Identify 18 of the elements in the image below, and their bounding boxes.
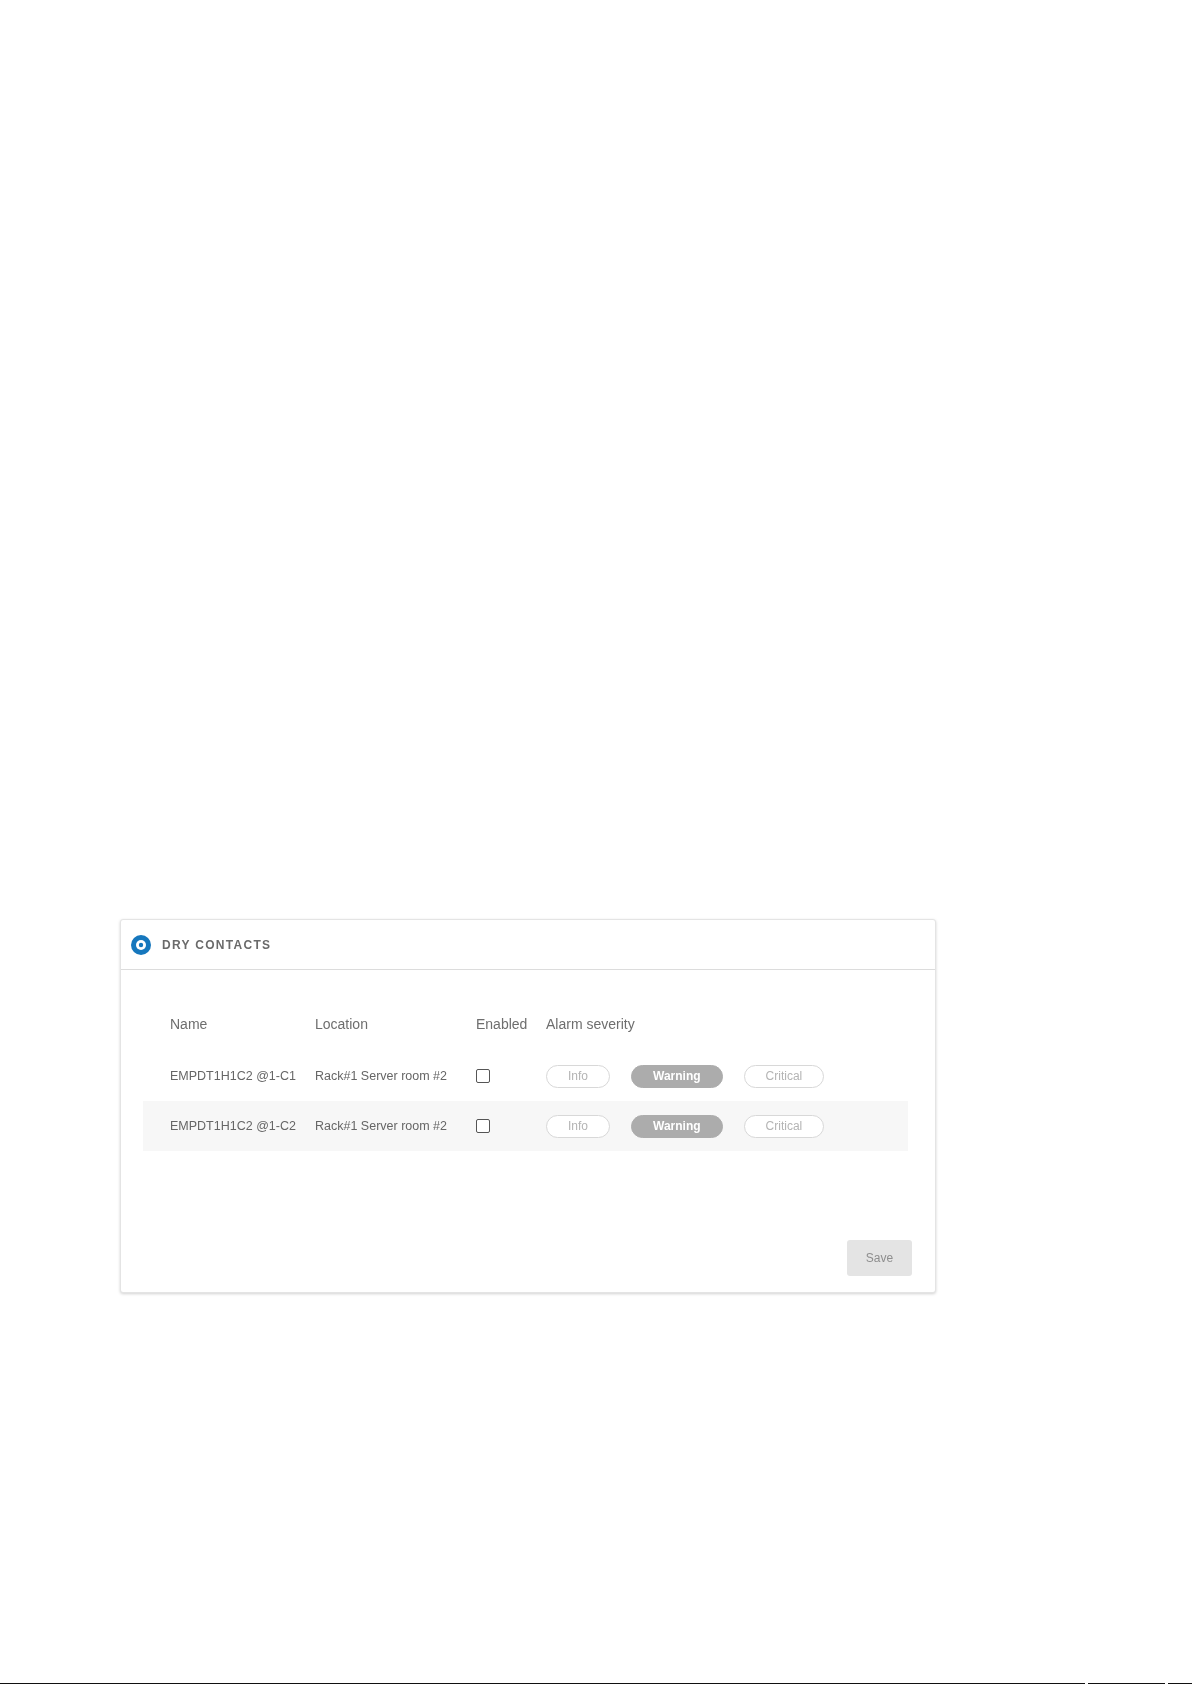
table-cell: Rack#1 Server room #2 <box>315 1119 447 1133</box>
enabled-checkbox[interactable] <box>476 1119 490 1133</box>
table-cell: EMPDT1H1C2 @1-C1 <box>170 1069 296 1083</box>
severity-toggle[interactable]: Warning <box>631 1064 723 1088</box>
severity-toggle[interactable]: Critical <box>743 1064 825 1088</box>
severity-toggle[interactable]: Critical <box>743 1114 825 1138</box>
severity-toggle[interactable]: Info <box>546 1114 610 1138</box>
circle-dot-icon <box>131 934 151 955</box>
table-cell: Rack#1 Server room #2 <box>315 1069 447 1083</box>
column-header: Name <box>170 1016 208 1032</box>
table-cell: EMPDT1H1C2 @1-C2 <box>170 1119 296 1133</box>
severity-toggle[interactable]: Info <box>546 1064 610 1088</box>
panel-title: DRY CONTACTS <box>162 937 272 952</box>
enabled-checkbox[interactable] <box>476 1069 490 1083</box>
column-header: Enabled <box>476 1016 528 1032</box>
column-header: Location <box>315 1016 368 1032</box>
column-header: Alarm severity <box>546 1016 635 1032</box>
severity-toggle[interactable]: Warning <box>631 1114 723 1138</box>
